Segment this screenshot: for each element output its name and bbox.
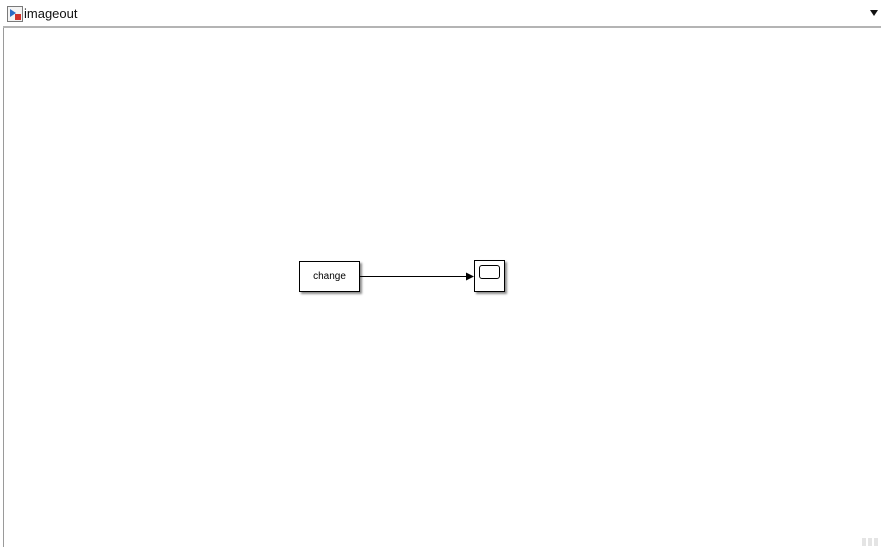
signal-line[interactable] xyxy=(4,30,881,547)
scope-block[interactable] xyxy=(474,260,505,292)
model-name-breadcrumb[interactable]: imageout xyxy=(24,5,77,23)
chevron-down-icon[interactable] xyxy=(870,10,878,16)
change-subsystem-block[interactable]: change xyxy=(299,261,360,292)
signal-arrowhead xyxy=(466,272,474,281)
simulink-model-icon xyxy=(7,6,23,22)
resize-grip[interactable] xyxy=(862,538,880,546)
model-breadcrumb-bar: imageout xyxy=(3,1,881,28)
change-block-label: change xyxy=(313,271,346,282)
model-editor-window: imageout change xyxy=(0,0,881,547)
scope-icon xyxy=(479,265,500,279)
model-canvas[interactable]: change xyxy=(4,30,881,547)
